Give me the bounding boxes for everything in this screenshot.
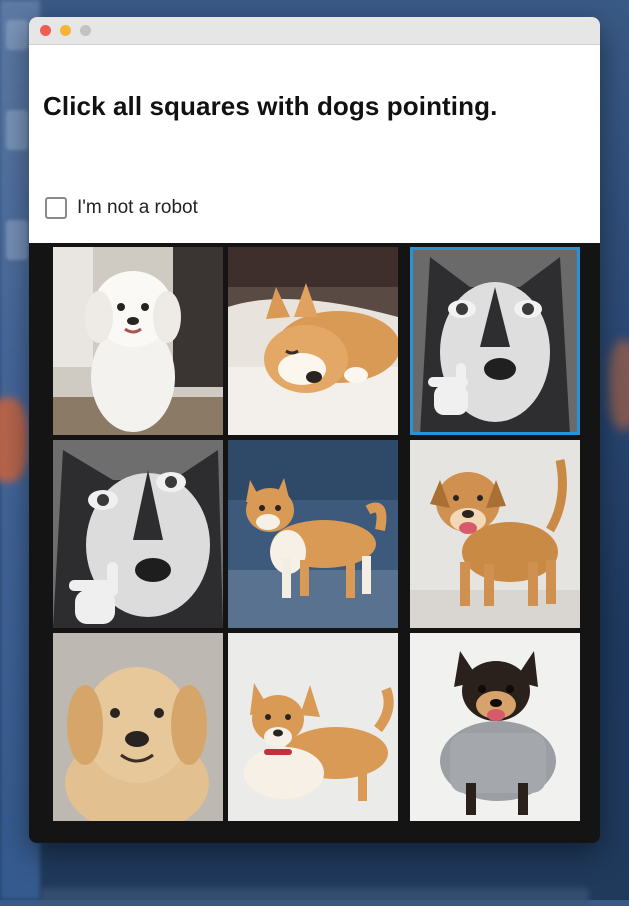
zoom-window-button[interactable]	[80, 25, 91, 36]
dock	[40, 888, 589, 906]
desktop-blurred-object	[0, 398, 28, 482]
captcha-tile-6-tan-dog-smiling[interactable]	[410, 440, 580, 628]
close-window-button[interactable]	[40, 25, 51, 36]
minimize-window-button[interactable]	[60, 25, 71, 36]
not-robot-checkbox[interactable]	[45, 197, 67, 219]
captcha-tile-9-chihuahua-sweater[interactable]	[410, 633, 580, 821]
desktop-app-icon	[6, 20, 28, 50]
not-robot-label: I'm not a robot	[77, 197, 198, 218]
captcha-tile-7-golden-retriever[interactable]	[53, 633, 223, 821]
captcha-tile-1-poodle[interactable]	[53, 247, 223, 435]
desktop-app-icon	[6, 220, 28, 260]
captcha-tile-3-husky-pointing[interactable]	[410, 247, 580, 435]
captcha-image-grid	[29, 243, 600, 843]
captcha-tile-4-husky-pointing[interactable]	[53, 440, 223, 628]
not-robot-control[interactable]: I'm not a robot	[45, 197, 198, 219]
captcha-tile-8-corgi-lying[interactable]	[228, 633, 398, 821]
captcha-header: Click all squares with dogs pointing. I'…	[29, 45, 600, 243]
captcha-tile-2-sleeping-corgi[interactable]	[228, 247, 398, 435]
desktop-app-icon	[6, 110, 28, 150]
captcha-tile-5-shiba-standing[interactable]	[228, 440, 398, 628]
captcha-window: Click all squares with dogs pointing. I'…	[29, 17, 600, 843]
desktop-blurred-object	[609, 340, 629, 430]
captcha-prompt: Click all squares with dogs pointing.	[43, 91, 498, 121]
window-titlebar	[29, 17, 600, 45]
